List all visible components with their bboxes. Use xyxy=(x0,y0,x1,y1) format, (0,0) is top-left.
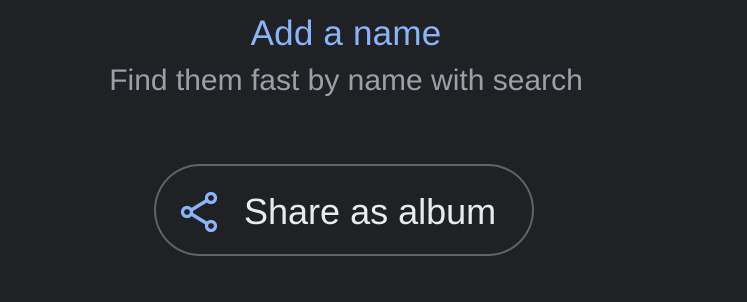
add-name-link[interactable]: Add a name xyxy=(0,12,692,56)
add-name-subtitle: Find them fast by name with search xyxy=(109,64,583,97)
share-as-album-label: Share as album xyxy=(244,191,497,232)
share-icon xyxy=(180,191,220,233)
people-detail-panel: Add a name Find them fast by name with s… xyxy=(0,0,747,302)
share-as-album-button[interactable]: Share as album xyxy=(154,164,534,256)
